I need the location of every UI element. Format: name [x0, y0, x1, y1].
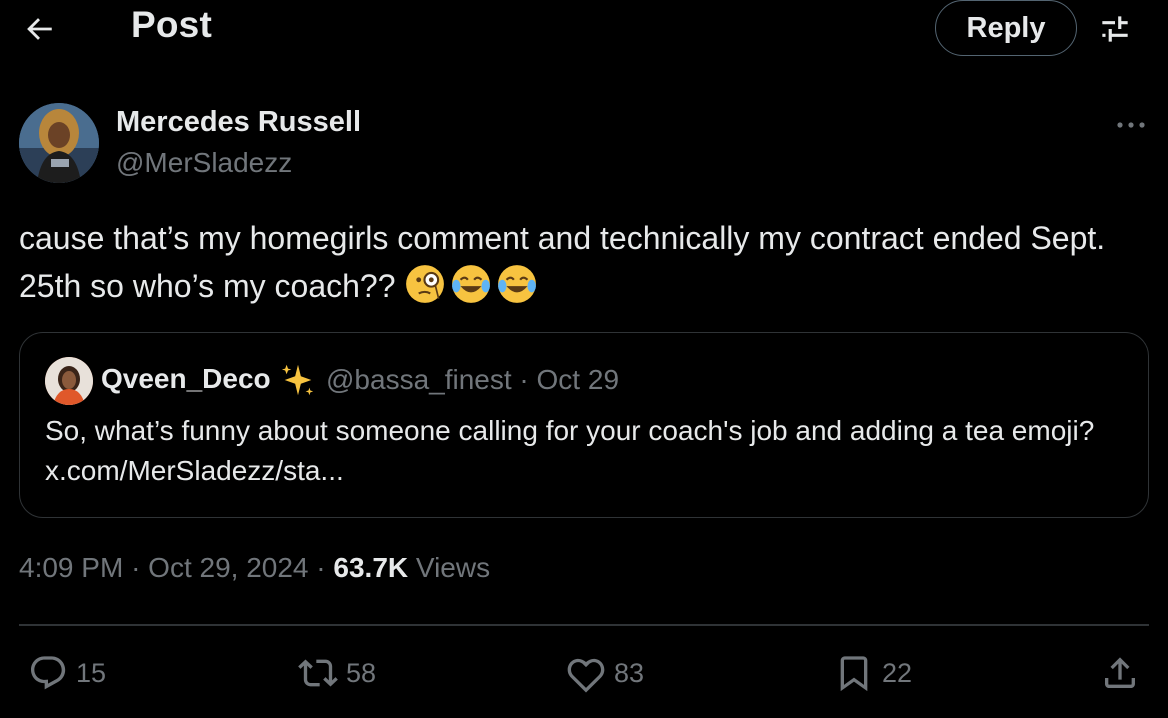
face-with-tears-of-joy-icon: [498, 265, 537, 303]
quoted-date[interactable]: Oct 29: [537, 364, 619, 395]
meta-separator: ·: [316, 552, 326, 583]
sliders-icon[interactable]: [1096, 10, 1134, 48]
share-icon: [1105, 657, 1135, 688]
more-options-icon[interactable]: [1113, 114, 1149, 136]
like-action-button[interactable]: 83: [566, 651, 644, 695]
reply-action-button[interactable]: 15: [28, 651, 106, 695]
bookmark-count: 22: [882, 657, 913, 688]
repost-action-button[interactable]: 58: [298, 651, 376, 695]
reply-icon: [30, 656, 66, 690]
quoted-author-avatar[interactable]: [45, 357, 93, 405]
page-title: Post: [131, 4, 212, 45]
share-action-button[interactable]: [1100, 651, 1140, 695]
face-with-tears-of-joy-icon: [452, 265, 491, 303]
bookmark-icon: [840, 656, 868, 692]
heart-icon: [567, 658, 605, 693]
quoted-text: So, what’s funny about someone calling f…: [45, 415, 1095, 486]
views-label: Views: [415, 552, 491, 583]
quoted-author-handle[interactable]: @bassa_finest: [326, 364, 512, 395]
views-count: 63.7K: [333, 552, 409, 583]
post-page: Post Reply Mercedes Russell @MerSladezz …: [0, 0, 1168, 718]
quoted-author-name[interactable]: Qveen_Deco: [101, 363, 271, 395]
author-handle[interactable]: @MerSladezz: [116, 147, 292, 179]
like-count: 83: [614, 657, 645, 688]
quoted-meta: @bassa_finest · Oct 29: [326, 364, 619, 396]
sparkles-icon: [281, 364, 314, 396]
post-timestamp-row: 4:09 PM · Oct 29, 2024 · 63.7K Views: [19, 552, 490, 584]
face-with-monocle-icon: [406, 265, 445, 303]
bookmark-action-button[interactable]: 22: [834, 651, 912, 695]
meta-separator: ·: [519, 364, 529, 395]
arrow-left-icon[interactable]: [22, 12, 56, 46]
top-bar: Post Reply: [0, 0, 1168, 58]
repost-count: 58: [346, 657, 377, 688]
post-date[interactable]: Oct 29, 2024: [148, 552, 308, 583]
post-text: cause that’s my homegirls comment and te…: [19, 220, 1106, 304]
reply-button[interactable]: Reply: [935, 0, 1077, 56]
repost-icon: [298, 659, 338, 687]
post-body: cause that’s my homegirls comment and te…: [19, 214, 1149, 310]
reply-count: 15: [76, 657, 107, 688]
author-name[interactable]: Mercedes Russell: [116, 106, 361, 139]
divider: [19, 624, 1149, 626]
author-avatar[interactable]: [19, 103, 99, 183]
post-time[interactable]: 4:09 PM: [19, 552, 123, 583]
quoted-post-card[interactable]: Qveen_Deco @bassa_finest · Oct 29 So, wh…: [19, 332, 1149, 518]
meta-separator: ·: [131, 552, 141, 583]
